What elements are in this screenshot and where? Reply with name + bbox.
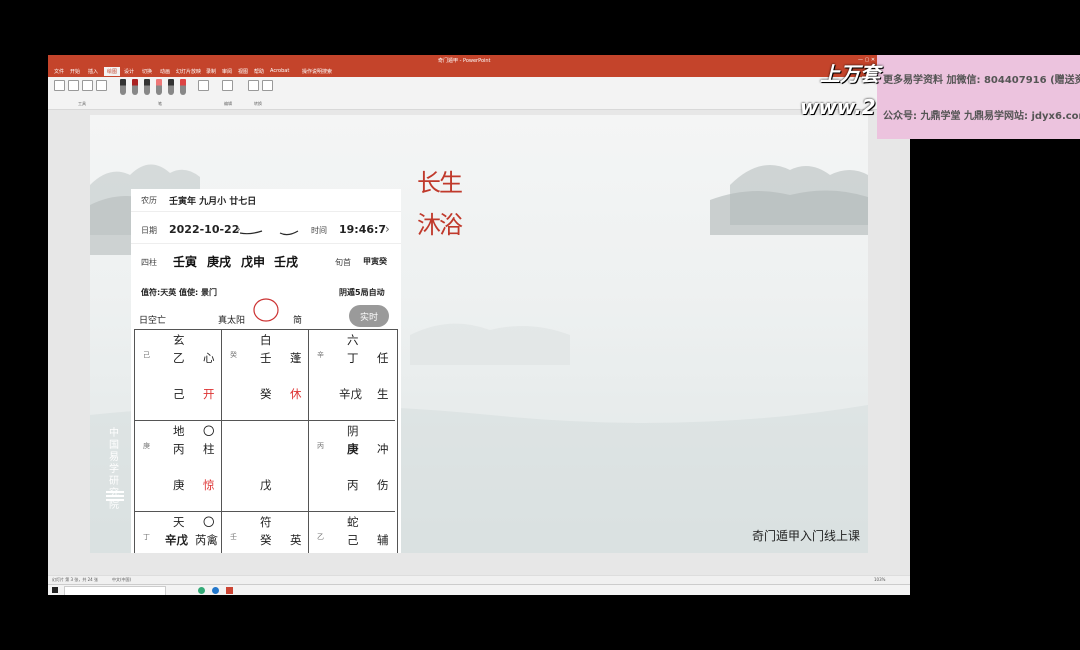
taskbar-powerpoint-icon[interactable] bbox=[226, 587, 233, 594]
slide-editing-area: 中国易学研究院 农历 壬寅年 九月小 廿七日 日期 2022-10-22 › 时… bbox=[48, 110, 910, 575]
powerpoint-window: 奇门遁甲 - PowerPoint — ▢ ✕ 文件 开始 插入 绘图 设计 切… bbox=[48, 55, 910, 595]
tab-design[interactable]: 设计 bbox=[124, 68, 134, 75]
tab-review[interactable]: 审阅 bbox=[222, 68, 232, 75]
pen-pink-icon[interactable] bbox=[156, 79, 162, 95]
lasso-tool-icon[interactable] bbox=[68, 80, 79, 91]
taskbar-app-icon[interactable] bbox=[212, 587, 219, 594]
tab-acrobat[interactable]: Acrobat bbox=[270, 68, 289, 74]
title-bar: 奇门遁甲 - PowerPoint — ▢ ✕ bbox=[48, 55, 910, 66]
group-convert-label: 转换 bbox=[254, 101, 262, 106]
window-title: 奇门遁甲 - PowerPoint bbox=[438, 58, 491, 64]
watermark-top: 上万套 bbox=[820, 62, 880, 86]
ink-to-shape-icon[interactable] bbox=[248, 80, 259, 91]
pen-gray-icon[interactable] bbox=[168, 79, 174, 95]
ruler-icon[interactable] bbox=[222, 80, 233, 91]
pen-red-icon[interactable] bbox=[132, 79, 138, 95]
group-tools-label: 工具 bbox=[78, 101, 86, 106]
ink-to-math-icon[interactable] bbox=[262, 80, 273, 91]
handwriting-annotations bbox=[239, 230, 299, 322]
handwriting-muyu: 沐浴 bbox=[417, 211, 463, 239]
tab-file[interactable]: 文件 bbox=[54, 68, 64, 75]
tab-view[interactable]: 视图 bbox=[238, 68, 248, 75]
status-language: 中文(中国) bbox=[112, 577, 132, 582]
promo-line-1: 更多易学资料 加微信: 804407916 (赠送资料) bbox=[883, 75, 1080, 86]
tab-slideshow[interactable]: 幻灯片放映 bbox=[176, 68, 201, 75]
handwriting-changsheng: 长生 bbox=[417, 169, 463, 197]
add-pen-icon[interactable] bbox=[198, 80, 209, 91]
highlighter-icon[interactable] bbox=[180, 79, 186, 95]
tab-home[interactable]: 开始 bbox=[70, 68, 80, 75]
ribbon-tabs: 文件 开始 插入 绘图 设计 切换 动画 幻灯片放映 录制 审阅 视图 帮助 A… bbox=[48, 66, 910, 77]
tab-insert[interactable]: 插入 bbox=[88, 68, 98, 75]
windows-start-icon[interactable] bbox=[52, 587, 58, 593]
tab-draw[interactable]: 绘图 bbox=[104, 67, 121, 76]
group-pens-label: 笔 bbox=[158, 101, 162, 106]
pen-dark-icon[interactable] bbox=[144, 79, 150, 95]
slide-canvas[interactable]: 中国易学研究院 农历 壬寅年 九月小 廿七日 日期 2022-10-22 › 时… bbox=[90, 115, 868, 553]
group-edit-label: 编辑 bbox=[224, 101, 232, 106]
windows-taskbar bbox=[48, 584, 910, 595]
taskbar-search-box[interactable] bbox=[64, 586, 166, 595]
status-zoom[interactable]: 103% bbox=[874, 577, 885, 582]
select-tool-icon[interactable] bbox=[54, 80, 65, 91]
drawing-options-icon[interactable] bbox=[96, 80, 107, 91]
pen-black-icon[interactable] bbox=[120, 79, 126, 95]
status-slide-number: 幻灯片 第 3 张，共 24 张 bbox=[52, 577, 98, 582]
tab-help[interactable]: 帮助 bbox=[254, 68, 264, 75]
tab-record[interactable]: 录制 bbox=[206, 68, 216, 75]
course-title: 奇门遁甲入门线上课 bbox=[752, 529, 861, 543]
tab-animations[interactable]: 动画 bbox=[160, 68, 170, 75]
promo-line-2: 公众号: 九鼎学堂 九鼎易学网站: jdyx6.com bbox=[883, 111, 1080, 122]
taskbar-app-icon[interactable] bbox=[198, 587, 205, 594]
watermark-bottom: www.2 bbox=[800, 95, 876, 119]
ribbon: 工具 笔 编辑 转换 bbox=[48, 77, 910, 110]
promo-overlay: 更多易学资料 加微信: 804407916 (赠送资料) 公众号: 九鼎学堂 九… bbox=[877, 55, 1080, 139]
tell-me-search[interactable]: 操作说明搜索 bbox=[302, 68, 332, 75]
tab-transitions[interactable]: 切换 bbox=[142, 68, 152, 75]
eraser-tool-icon[interactable] bbox=[82, 80, 93, 91]
